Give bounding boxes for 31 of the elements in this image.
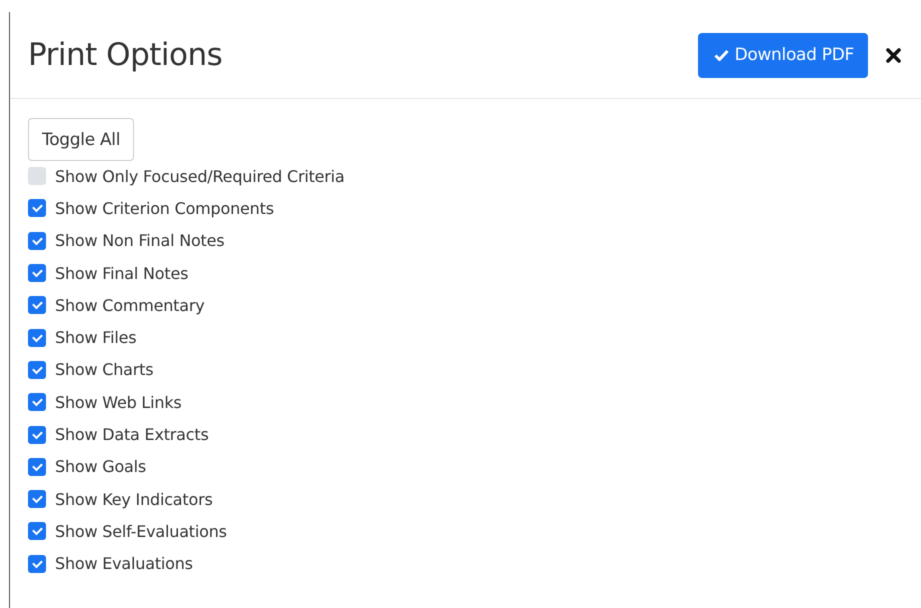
check-icon (714, 49, 729, 61)
download-pdf-button[interactable]: Download PDF (698, 32, 868, 78)
close-icon[interactable] (886, 48, 901, 62)
checkbox[interactable] (28, 458, 46, 476)
checkbox[interactable] (28, 360, 46, 379)
option-label: Show Final Notes (55, 264, 188, 283)
option-label: Show Commentary (55, 296, 205, 315)
checkbox[interactable] (28, 554, 46, 573)
checkbox[interactable] (28, 264, 46, 282)
dialog-title: Print Options (28, 37, 224, 73)
checkbox[interactable] (28, 426, 46, 444)
option-label: Show Charts (55, 360, 154, 380)
option-label: Show Goals (55, 457, 146, 476)
checkbox[interactable] (28, 232, 46, 250)
option-label: Show Evaluations (55, 554, 193, 574)
checkbox[interactable] (28, 328, 46, 347)
option-label: Show Files (55, 328, 136, 348)
option-label: Show Web Links (55, 392, 182, 412)
option-label: Show Only Focused/Required Criteria (55, 166, 345, 186)
option-label: Show Self-Evaluations (55, 522, 227, 541)
checkbox[interactable] (28, 199, 46, 218)
checkbox[interactable] (28, 522, 46, 540)
option-label: Show Data Extracts (55, 425, 209, 444)
checkbox[interactable] (28, 167, 46, 186)
toggle-all-button[interactable]: Toggle All (28, 118, 134, 161)
checkbox[interactable] (28, 393, 46, 412)
option-label: Show Key Indicators (55, 490, 213, 509)
checkbox[interactable] (28, 490, 46, 508)
option-label: Show Criterion Components (55, 198, 274, 218)
option-label: Show Non Final Notes (55, 231, 224, 250)
checkbox[interactable] (28, 296, 46, 314)
